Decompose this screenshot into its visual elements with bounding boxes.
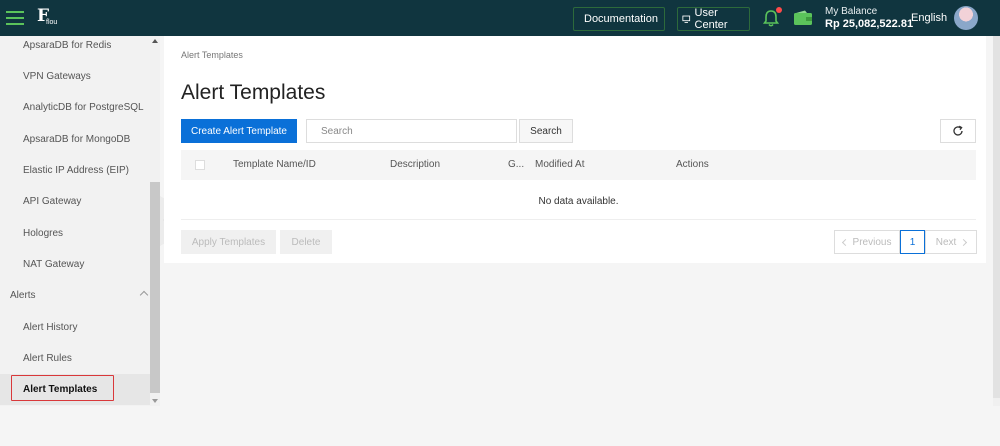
avatar[interactable] bbox=[954, 6, 978, 30]
column-description: Description bbox=[390, 159, 441, 170]
footer-area bbox=[0, 406, 1000, 446]
sidebar-item-apsaradb-mongodb[interactable]: ApsaraDB for MongoDB bbox=[0, 124, 150, 155]
sidebar-group-alerts[interactable]: Alerts bbox=[0, 280, 150, 311]
top-bar: F flou Documentation User Center My Bala… bbox=[0, 0, 1000, 36]
sidebar-scrollbar[interactable] bbox=[150, 36, 160, 406]
page-scroll-thumb[interactable] bbox=[993, 36, 1000, 398]
notification-dot bbox=[776, 7, 782, 13]
scroll-up-arrow-icon[interactable] bbox=[152, 39, 158, 43]
logo[interactable]: F flou bbox=[37, 6, 59, 30]
chevron-up-icon bbox=[139, 290, 149, 300]
previous-label: Previous bbox=[852, 236, 892, 248]
chevron-right-icon bbox=[960, 238, 968, 246]
documentation-label: Documentation bbox=[584, 13, 658, 25]
sidebar-item-label: Alert History bbox=[23, 322, 78, 333]
column-actions: Actions bbox=[676, 159, 709, 170]
sidebar-scroll-thumb[interactable] bbox=[150, 182, 160, 393]
notification-bell-icon[interactable] bbox=[762, 7, 782, 28]
balance-label: My Balance bbox=[825, 6, 878, 17]
sidebar-item-api-gateway[interactable]: API Gateway bbox=[0, 186, 150, 217]
select-all-checkbox[interactable] bbox=[195, 160, 205, 170]
search-input[interactable] bbox=[306, 119, 517, 143]
delete-button[interactable]: Delete bbox=[280, 230, 332, 254]
column-modified-at: Modified At bbox=[535, 159, 585, 170]
breadcrumb[interactable]: Alert Templates bbox=[181, 50, 243, 60]
sidebar-item-label: Alert Rules bbox=[23, 353, 72, 364]
sidebar-item-alert-history[interactable]: Alert History bbox=[0, 312, 150, 343]
user-center-label: User Center bbox=[694, 7, 728, 31]
pagination-previous-button[interactable]: Previous bbox=[834, 230, 900, 254]
menu-icon[interactable] bbox=[6, 8, 24, 28]
page-scrollbar[interactable] bbox=[993, 36, 1000, 406]
sidebar-item-label: ApsaraDB for MongoDB bbox=[23, 134, 131, 145]
create-alert-template-button[interactable]: Create Alert Template bbox=[181, 119, 297, 143]
logo-text: flou bbox=[46, 19, 58, 26]
balance-display[interactable]: My Balance Rp 25,082,522.81 bbox=[825, 5, 913, 31]
sidebar-item-label: AnalyticDB for PostgreSQL bbox=[23, 102, 144, 113]
sidebar-item-label: Hologres bbox=[23, 228, 64, 239]
next-label: Next bbox=[935, 236, 957, 248]
wallet-icon[interactable] bbox=[793, 10, 813, 26]
chevron-left-icon bbox=[841, 238, 849, 246]
monitor-icon bbox=[682, 15, 691, 23]
column-group: G... bbox=[508, 159, 525, 170]
highlight-box bbox=[11, 375, 114, 401]
refresh-icon bbox=[953, 125, 963, 136]
sidebar-item-hologres[interactable]: Hologres bbox=[0, 218, 150, 249]
sidebar-item-analyticdb-postgresql[interactable]: AnalyticDB for PostgreSQL bbox=[0, 92, 150, 123]
sidebar-item-vpn-gateways[interactable]: VPN Gateways bbox=[0, 61, 150, 92]
table-header: Template Name/ID Description G... Modifi… bbox=[181, 150, 976, 180]
sidebar-item-nat-gateway[interactable]: NAT Gateway bbox=[0, 249, 150, 280]
sidebar-group-label: Alerts bbox=[10, 290, 36, 301]
search-button[interactable]: Search bbox=[519, 119, 573, 143]
column-template-name: Template Name/ID bbox=[233, 159, 316, 170]
sidebar-item-label: Elastic IP Address (EIP) bbox=[23, 165, 129, 176]
sidebar: ApsaraDB for Redis VPN Gateways Analytic… bbox=[0, 36, 150, 406]
sidebar-item-label: NAT Gateway bbox=[23, 259, 85, 270]
sidebar-item-label: VPN Gateways bbox=[23, 71, 91, 82]
main-content: Alert Templates Alert Templates Create A… bbox=[164, 36, 986, 263]
user-center-button[interactable]: User Center bbox=[677, 7, 750, 31]
language-selector[interactable]: English bbox=[911, 12, 947, 24]
pagination-page-1[interactable]: 1 bbox=[900, 230, 925, 254]
page-title: Alert Templates bbox=[181, 81, 326, 104]
balance-amount: Rp 25,082,522.81 bbox=[825, 18, 914, 30]
refresh-button[interactable] bbox=[940, 119, 976, 143]
sidebar-item-apsaradb-redis[interactable]: ApsaraDB for Redis bbox=[0, 30, 150, 61]
scroll-down-arrow-icon[interactable] bbox=[152, 399, 158, 403]
apply-templates-button[interactable]: Apply Templates bbox=[181, 230, 276, 254]
documentation-button[interactable]: Documentation bbox=[573, 7, 665, 31]
sidebar-item-label: ApsaraDB for Redis bbox=[23, 40, 112, 51]
sidebar-item-eip[interactable]: Elastic IP Address (EIP) bbox=[0, 155, 150, 186]
sidebar-item-label: API Gateway bbox=[23, 196, 82, 207]
empty-state: No data available. bbox=[181, 184, 976, 220]
pagination-next-button[interactable]: Next bbox=[925, 230, 977, 254]
sidebar-item-alert-rules[interactable]: Alert Rules bbox=[0, 343, 150, 374]
